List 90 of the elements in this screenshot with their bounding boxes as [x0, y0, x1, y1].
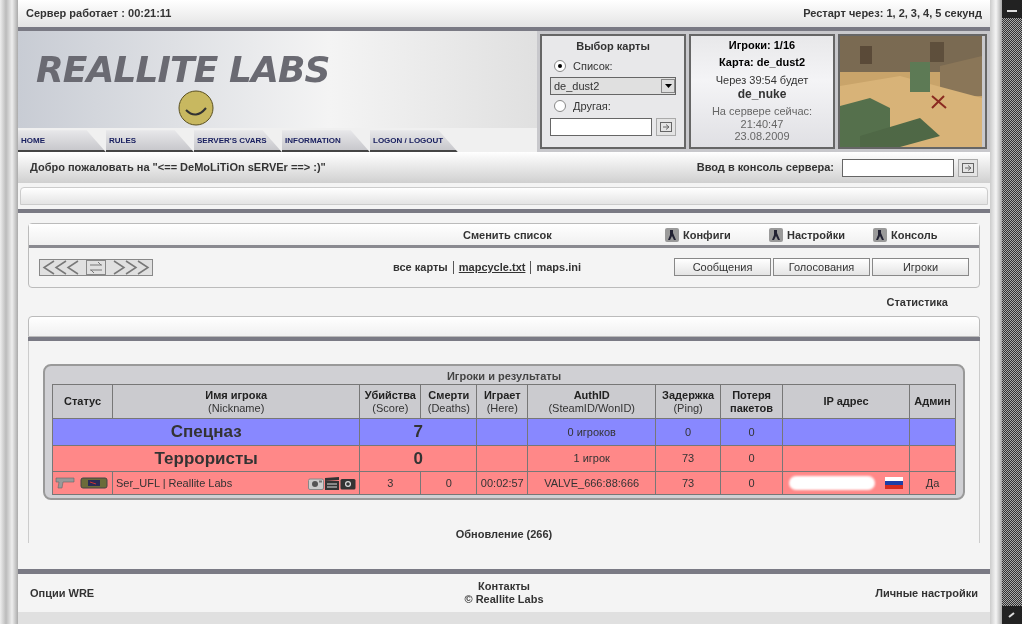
nav-tab[interactable]: RULES	[106, 130, 194, 153]
table-cell: VALVE_666:88:666	[527, 471, 656, 495]
current-map: Карта: de_dust2	[718, 54, 806, 70]
camera-icon[interactable]	[308, 476, 325, 490]
column-header: Убийства (Score)	[359, 384, 421, 419]
welcome-text: Добро пожаловать на "<== DeMoLiTiOn sERVEr ==> :)"	[30, 160, 326, 176]
change-list-title: Сменить список	[463, 227, 553, 243]
column-header: Задержка (Ping)	[655, 384, 721, 419]
console-input[interactable]	[842, 158, 954, 177]
column-header: Потеря пакетов	[720, 384, 783, 419]
footer-text: Контакты	[478, 579, 530, 593]
nav-tab[interactable]: LOGON / LOGOUT	[370, 130, 458, 153]
table-cell: 0	[720, 418, 783, 446]
submit-button[interactable]	[656, 117, 676, 136]
menu-link[interactable]: Настройки	[769, 226, 871, 244]
radio-button[interactable]	[554, 100, 566, 113]
restart-text: Рестарт через: 1, 2, 3, 4, 5 секунд	[803, 6, 982, 22]
team-name: Террористы	[52, 445, 360, 472]
table-cell: 0 игроков	[527, 418, 656, 446]
menu-link[interactable]: Конфиги	[665, 226, 767, 244]
nav-tab[interactable]: HOME	[18, 130, 106, 153]
wre-options-link[interactable]: Опции WRE	[30, 584, 170, 602]
caret-icon	[664, 84, 672, 88]
next-map: de_nuke	[737, 87, 787, 101]
update-text: Обновление (266)	[455, 527, 553, 543]
column-header: Смерти (Deaths)	[420, 384, 477, 419]
map-input[interactable]	[550, 117, 652, 136]
table-cell: 73	[655, 445, 721, 472]
bomb-icon	[80, 476, 108, 491]
scroll-down-icon[interactable]	[1002, 606, 1022, 624]
scrollbar[interactable]	[1002, 0, 1022, 624]
column-header: Играет (Here)	[476, 384, 528, 419]
table-cell: 0	[420, 471, 477, 495]
table-cell: Да	[909, 471, 956, 495]
swap-icon[interactable]	[86, 260, 106, 275]
scroll-up-icon[interactable]	[1002, 0, 1022, 18]
logo-text: REALLITE LABS	[36, 51, 330, 89]
team-score: 0	[359, 445, 477, 472]
table-cell: 0	[720, 471, 783, 495]
nav-tab[interactable]: SERVER'S CVARS	[194, 130, 282, 153]
uptime-text: Сервер работает : 00:21:11	[26, 6, 172, 22]
map-list-link[interactable]: mapcycle.txt	[458, 259, 526, 276]
enter-icon	[660, 121, 672, 132]
server-time: 21:40:47	[740, 118, 784, 130]
menu-link[interactable]: Консоль	[873, 226, 975, 244]
server-date: 23.08.2009	[734, 130, 790, 142]
statistics-link[interactable]: Статистика	[886, 293, 948, 310]
column-header: IP адрес	[782, 384, 910, 419]
team-name: Спецназ	[52, 418, 360, 446]
russia-flag-icon	[884, 477, 903, 490]
nav-tab[interactable]: INFORMATION	[282, 130, 370, 153]
server-time-label: На сервере сейчас:	[711, 105, 813, 118]
camera-icon[interactable]	[340, 476, 357, 490]
radio-label: Список:	[573, 58, 613, 74]
soldier-icon	[665, 228, 679, 242]
table-cell: 0	[655, 418, 721, 446]
column-header: Имя игрока (Nickname)	[112, 384, 360, 419]
team-score: 7	[359, 418, 477, 446]
smiley-icon	[178, 90, 214, 126]
console-label: Ввод в консоль сервера:	[696, 160, 834, 176]
submit-button[interactable]	[958, 158, 978, 177]
table-cell: 3	[359, 471, 421, 495]
table-cell: 0	[720, 445, 783, 472]
player-name: Ser_UFL | Reallite Labs	[116, 476, 234, 491]
players-count: Игроки: 1/16	[728, 38, 796, 53]
section-button[interactable]: Игроки	[872, 258, 969, 277]
table-cell: 73	[655, 471, 721, 495]
column-header: AuthID (SteamID/WonID)	[527, 384, 656, 419]
section-button[interactable]: Сообщения	[674, 258, 771, 277]
map-navigation-bar[interactable]	[39, 259, 153, 276]
table-title: Игроки и результаты	[446, 368, 562, 384]
column-header: Админ	[909, 384, 956, 419]
radio-button[interactable]	[554, 59, 566, 72]
next-map-label: Через 39:54 будет	[715, 74, 809, 87]
soldier-icon	[873, 228, 887, 242]
table-cell: 1 игрок	[527, 445, 656, 472]
radio-label: Другая:	[573, 99, 611, 114]
section-button[interactable]: Голосования	[773, 258, 870, 277]
footer-text: © Reallite Labs	[464, 592, 544, 606]
pistol-icon	[55, 477, 75, 490]
enter-icon	[962, 162, 974, 173]
table-cell: 00:02:57	[476, 471, 528, 495]
map-list-link[interactable]: все карты	[393, 259, 448, 276]
map-dropdown[interactable]: de_dust2	[550, 77, 676, 95]
soldier-icon	[769, 228, 783, 242]
panel-title: Выбор карты	[576, 39, 650, 54]
personal-settings-link[interactable]: Личные настройки	[838, 584, 978, 602]
clapperboard-icon[interactable]	[324, 476, 341, 490]
column-header: Статус	[52, 384, 113, 419]
map-list-link[interactable]: maps.ini	[536, 259, 582, 276]
